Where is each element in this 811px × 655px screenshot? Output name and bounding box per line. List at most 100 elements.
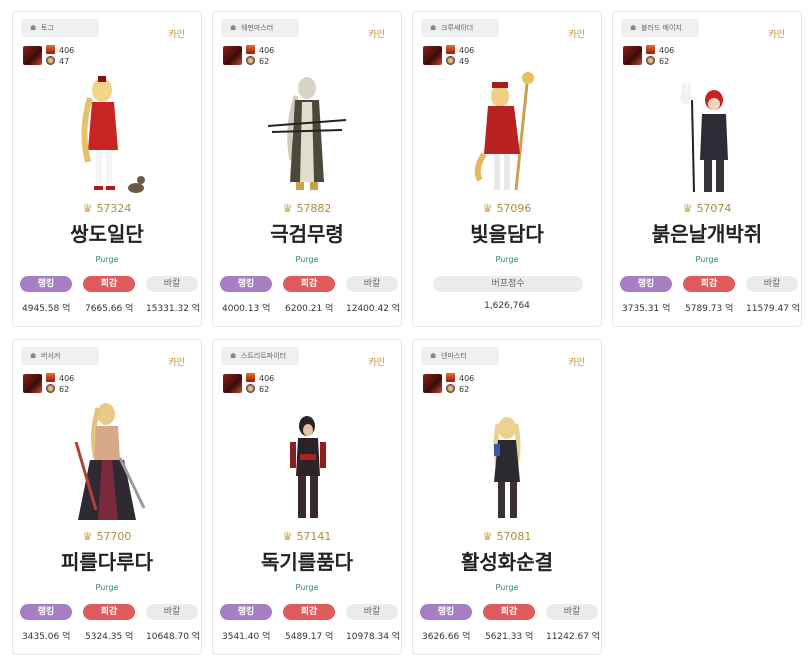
set-point-stat: 49 — [446, 56, 469, 67]
bakal-damage-value: 15331.32 억 — [146, 304, 201, 314]
bakal-badge[interactable]: 바칼 — [746, 276, 798, 292]
fame-icon: ♛ — [282, 530, 293, 543]
bakal-badge[interactable]: 바칼 — [546, 604, 598, 620]
fame-icon: ♛ — [482, 530, 493, 543]
character-card[interactable]: ☗ 버서커 카인 406 62 ♛ 57700 피를다루다 Purge 랭킹 회감 … — [12, 339, 202, 655]
ranking-badge[interactable]: 랭킹 — [20, 276, 72, 292]
ranking-damage-value: 3541.40 억 — [222, 632, 271, 642]
character-name[interactable]: 활성화순결 — [413, 546, 601, 575]
ranking-damage-value: 3435.06 억 — [22, 632, 71, 642]
character-card[interactable]: ☗ 토그 카인 406 47 ♛ 57324 쌍도일단 Purge 랭킹 회감 바칼… — [12, 11, 202, 327]
buff-score-badge[interactable]: 버프점수 — [433, 276, 583, 292]
damage-value: 5621.33 억 — [485, 632, 534, 642]
bakal-damage-value: 11579.47 억 — [746, 304, 801, 314]
item-level-stat: 406 — [46, 373, 74, 384]
item-level-stat: 406 — [446, 45, 474, 56]
set-point-icon — [246, 384, 255, 393]
server-label: 카인 — [368, 358, 385, 368]
class-tag: ☗ 토그 — [21, 19, 99, 37]
ranking-damage-value: 3735.31 억 — [622, 304, 671, 314]
class-name: 블러드 메이지 — [641, 24, 682, 32]
character-card[interactable]: ☗ 크루세이더 카인 406 49 ♛ 57096 빛을담다 Purge 버프점수 … — [412, 11, 602, 327]
class-icon: ☗ — [430, 352, 437, 360]
bakal-badge[interactable]: 바칼 — [146, 604, 198, 620]
ranking-badge[interactable]: 랭킹 — [220, 276, 272, 292]
class-icon: ☗ — [30, 352, 37, 360]
item-level-stat: 406 — [46, 45, 74, 56]
character-avatar — [223, 374, 242, 393]
character-avatar — [623, 46, 642, 65]
character-card[interactable]: ☗ 웨펀마스터 카인 406 62 ♛ 57882 극검무령 Purge 랭킹 회감… — [212, 11, 402, 327]
character-avatar — [23, 374, 42, 393]
character-name[interactable]: 쌍도일단 — [13, 218, 201, 247]
damage-badge[interactable]: 회감 — [83, 276, 135, 292]
item-level-icon — [446, 373, 455, 382]
ranking-badge[interactable]: 랭킹 — [620, 276, 672, 292]
damage-badge[interactable]: 회감 — [83, 604, 135, 620]
class-tag: ☗ 스트리트파이터 — [221, 347, 299, 365]
set-point-icon — [46, 384, 55, 393]
character-name[interactable]: 독기를품다 — [213, 546, 401, 575]
bakal-damage-value: 11242.67 억 — [546, 632, 601, 642]
character-image — [680, 82, 728, 193]
damage-badge[interactable]: 회감 — [483, 604, 535, 620]
bakal-badge[interactable]: 바칼 — [146, 276, 198, 292]
set-point-icon — [446, 384, 455, 393]
class-icon: ☗ — [630, 24, 637, 32]
adventure-name: Purge — [95, 583, 119, 592]
bakal-badge[interactable]: 바칼 — [346, 276, 398, 292]
server-label: 카인 — [568, 358, 585, 368]
character-card[interactable]: ☗ 스트리트파이터 카인 406 62 ♛ 57141 독기를품다 Purge 랭킹… — [212, 339, 402, 655]
character-name[interactable]: 빛을담다 — [413, 218, 601, 247]
adventure-name: Purge — [295, 583, 319, 592]
fame-value: 57700 — [96, 530, 132, 543]
character-avatar — [223, 46, 242, 65]
fame-value: 57096 — [496, 202, 532, 215]
class-name: 버서커 — [41, 352, 61, 360]
set-point-icon — [646, 56, 655, 65]
class-name: 토그 — [41, 24, 54, 32]
character-name[interactable]: 붉은날개박쥐 — [613, 218, 801, 247]
character-image — [290, 416, 326, 518]
fame-score: ♛ 57096 — [413, 202, 601, 215]
class-name: 웨펀마스터 — [241, 24, 274, 32]
character-name[interactable]: 극검무령 — [213, 218, 401, 247]
item-level-stat: 406 — [246, 373, 274, 384]
ranking-badge[interactable]: 랭킹 — [20, 604, 72, 620]
class-name: 크루세이더 — [441, 24, 474, 32]
damage-badge[interactable]: 회감 — [683, 276, 735, 292]
bakal-badge[interactable]: 바칼 — [346, 604, 398, 620]
ranking-damage-value: 3626.66 억 — [422, 632, 471, 642]
item-level-value: 406 — [459, 46, 475, 55]
class-tag: ☗ 크루세이더 — [421, 19, 499, 37]
item-level-value: 406 — [659, 46, 675, 55]
damage-badge[interactable]: 회감 — [283, 604, 335, 620]
character-name[interactable]: 피를다루다 — [13, 546, 201, 575]
set-point-stat: 62 — [246, 56, 269, 67]
damage-value: 5324.35 억 — [85, 632, 134, 642]
ranking-badge[interactable]: 랭킹 — [420, 604, 472, 620]
set-point-value: 62 — [659, 57, 670, 66]
ranking-damage-value: 4000.13 억 — [222, 304, 271, 314]
item-level-stat: 406 — [246, 45, 274, 56]
item-level-value: 406 — [459, 374, 475, 383]
ranking-badge[interactable]: 랭킹 — [220, 604, 272, 620]
fame-icon: ♛ — [682, 202, 693, 215]
damage-value: 7665.66 억 — [85, 304, 134, 314]
class-name: 넨마스터 — [441, 352, 467, 360]
item-level-icon — [646, 45, 655, 54]
damage-badge[interactable]: 회감 — [283, 276, 335, 292]
item-level-icon — [46, 373, 55, 382]
class-tag: ☗ 버서커 — [21, 347, 99, 365]
set-point-icon — [246, 56, 255, 65]
character-card[interactable]: ☗ 넨마스터 카인 406 62 ♛ 57081 활성화순결 Purge 랭킹 회감… — [412, 339, 602, 655]
server-label: 카인 — [368, 30, 385, 40]
character-avatar — [423, 374, 442, 393]
adventure-name: Purge — [695, 255, 719, 264]
set-point-stat: 47 — [46, 56, 69, 67]
item-level-stat: 406 — [446, 373, 474, 384]
character-card[interactable]: ☗ 블러드 메이지 카인 406 62 ♛ 57074 붉은날개박쥐 Purge 랭… — [612, 11, 802, 327]
set-point-value: 62 — [259, 57, 270, 66]
adventure-name: Purge — [495, 583, 519, 592]
bakal-damage-value: 12400.42 억 — [346, 304, 401, 314]
